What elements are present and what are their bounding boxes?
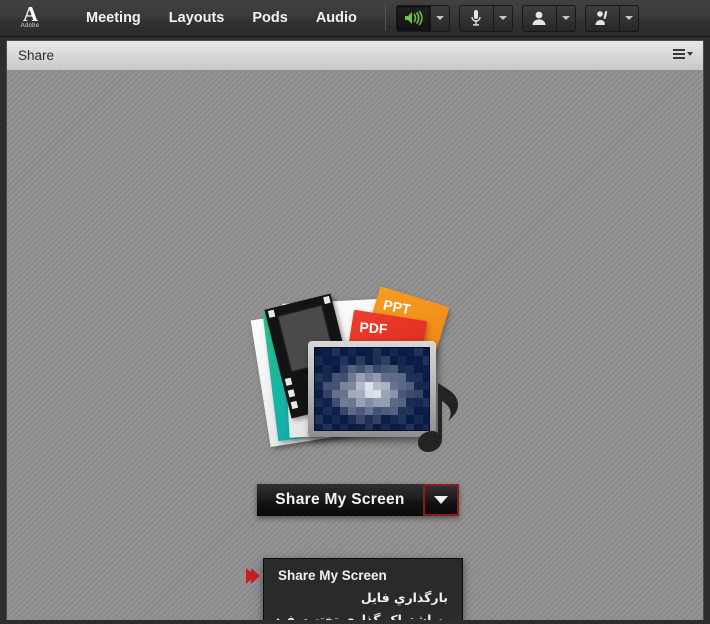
share-my-screen-button[interactable]: Share My Screen (257, 484, 423, 516)
speaker-button[interactable] (395, 4, 431, 32)
microphone-icon (471, 10, 482, 26)
menubar-divider (384, 5, 386, 31)
chevron-down-icon (434, 496, 448, 504)
microphone-control-group (458, 4, 513, 32)
dropdown-item-label: Share My Screen (278, 568, 387, 583)
share-dropdown-menu: Share My Screen بارگذاري فايل به اشتراک … (246, 558, 463, 620)
adobe-logo-glyph: A (22, 2, 38, 26)
camera-dropdown-button[interactable] (556, 4, 576, 32)
pod-options-icon[interactable] (673, 49, 693, 59)
adobe-logo: A Adobe (8, 0, 52, 37)
dropdown-item-label: به اشتراک گذاري تخته سفيد (274, 612, 448, 620)
microphone-dropdown-button[interactable] (493, 4, 513, 32)
adobe-connect-window: A Adobe Meeting Layouts Pods Audio Share… (0, 0, 710, 624)
share-pod: Share PPT PDF Share My Screen Share My S… (6, 40, 704, 620)
menubar-items: Meeting Layouts Pods Audio (72, 4, 371, 32)
microphone-button[interactable] (458, 4, 494, 32)
share-pod-titlebar: Share (7, 41, 703, 71)
share-illustration: PPT PDF (250, 286, 472, 478)
menu-item-layouts[interactable]: Layouts (155, 4, 239, 32)
hamburger-icon (673, 49, 685, 59)
menu-item-audio[interactable]: Audio (302, 4, 371, 32)
selection-marker-icon (246, 568, 260, 584)
camera-button[interactable] (521, 4, 557, 32)
share-pod-title: Share (18, 48, 55, 63)
dropdown-item-label: بارگذاري فايل (360, 590, 448, 605)
application-menubar: A Adobe Meeting Layouts Pods Audio (0, 0, 710, 37)
raise-hand-icon (595, 11, 608, 25)
share-dropdown-primary-group: Share My Screen بارگذاري فايل به اشتراک … (246, 559, 462, 620)
dropdown-item-upload-file[interactable]: بارگذاري فايل (264, 587, 462, 609)
menu-item-pods[interactable]: Pods (238, 4, 301, 32)
chevron-down-icon (561, 16, 570, 20)
raise-hand-control-group (584, 4, 639, 32)
share-my-screen-button-group: Share My Screen (257, 484, 459, 516)
pdf-label: PDF (358, 318, 388, 337)
raise-hand-button[interactable] (584, 4, 620, 32)
chevron-down-icon (498, 16, 507, 20)
speaker-control-group (395, 4, 450, 32)
speaker-dropdown-button[interactable] (430, 4, 450, 32)
share-pod-body: PPT PDF Share My Screen Share My Screen … (7, 71, 703, 620)
share-my-screen-dropdown-button[interactable] (423, 484, 459, 516)
dropdown-item-share-whiteboard[interactable]: به اشتراک گذاري تخته سفيد (264, 609, 462, 620)
music-note-icon (418, 383, 458, 452)
illustration-screen (314, 347, 430, 431)
camera-control-group (521, 4, 576, 32)
share-my-screen-label: Share My Screen (275, 491, 405, 508)
menu-item-meeting[interactable]: Meeting (72, 4, 155, 32)
chevron-down-icon (435, 16, 444, 20)
raise-hand-dropdown-button[interactable] (619, 4, 639, 32)
chevron-down-icon (687, 52, 693, 56)
dropdown-item-share-my-screen[interactable]: Share My Screen (246, 565, 462, 587)
adobe-logo-wordmark: Adobe (20, 23, 40, 29)
camera-icon (532, 11, 546, 25)
speaker-icon (405, 10, 424, 26)
chevron-down-icon (624, 16, 633, 20)
